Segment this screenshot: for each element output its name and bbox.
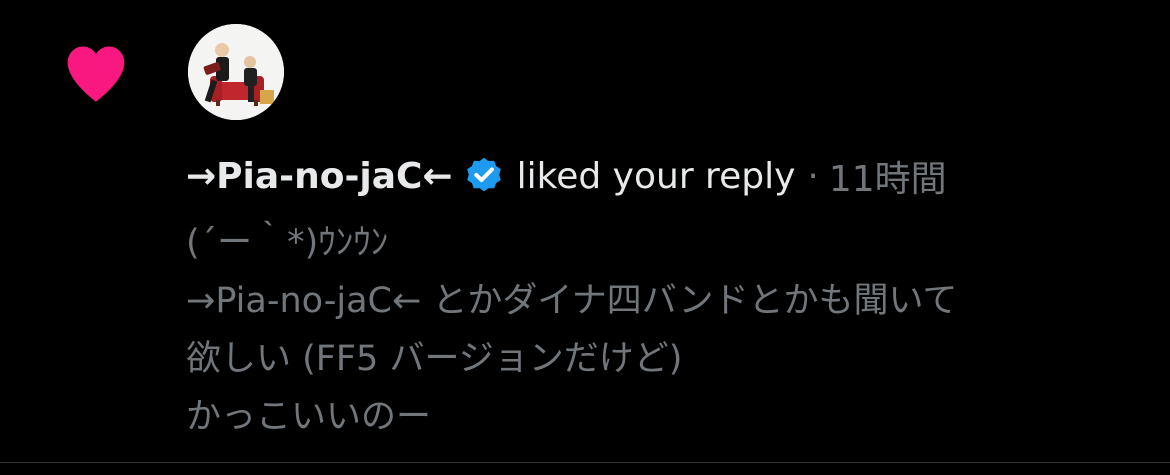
timestamp: 11時間 bbox=[828, 159, 947, 200]
reply-line-1: (´ー｀*)ｳﾝｳﾝ bbox=[186, 223, 389, 263]
divider bbox=[0, 462, 1170, 463]
reply-line-2: →Pia-no-jaC← とかダイナ四バンドとかも聞いて bbox=[186, 281, 958, 321]
verified-badge-icon bbox=[466, 157, 501, 192]
separator-dot: · bbox=[807, 155, 819, 197]
reply-text: (´ー｀*)ｳﾝｳﾝ →Pia-no-jaC← とかダイナ四バンドとかも聞いて … bbox=[186, 214, 1146, 446]
reply-line-3: 欲しい (FF5 バージョンだけど) bbox=[186, 339, 683, 379]
like-notification[interactable]: →Pia-no-jaC← liked your reply · 11時間 (´ー… bbox=[0, 0, 1170, 462]
user-name-link[interactable]: →Pia-no-jaC← bbox=[186, 156, 453, 197]
notification-headline: →Pia-no-jaC← liked your reply · 11時間 bbox=[186, 146, 947, 206]
action-text: liked your reply bbox=[516, 155, 796, 197]
heart-icon bbox=[67, 46, 125, 102]
avatar-photo bbox=[188, 24, 284, 120]
user-avatar[interactable] bbox=[188, 24, 284, 120]
reply-line-4: かっこいいのー bbox=[186, 397, 432, 437]
